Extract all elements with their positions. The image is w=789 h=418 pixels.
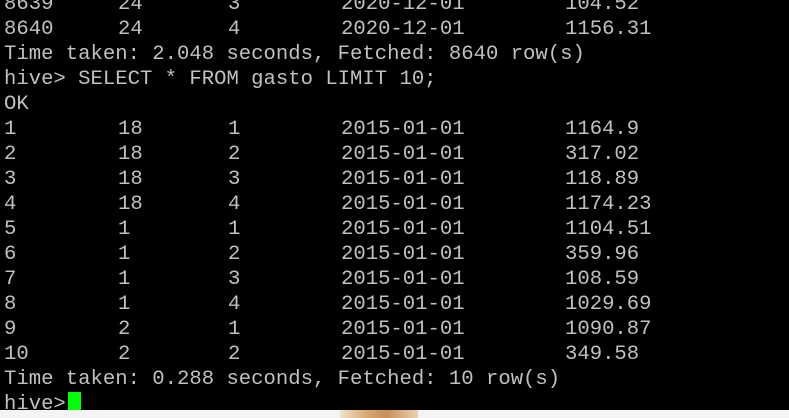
row-id-cell: 1 [4,118,17,141]
id-cell: 18 [118,193,143,216]
category-cell: 4 [228,293,241,316]
row-id-cell: 8640 [4,18,54,41]
row-id-cell: 4 [4,193,17,216]
terminal-window[interactable]: 8639 24 3 2020-12-01 104.52 8640 24 4 2020-12-01… [0,0,789,410]
id-cell: 1 [118,268,131,291]
amount-cell: 104.52 [565,0,640,16]
amount-cell: 359.96 [565,243,640,266]
category-cell: 2 [228,343,241,366]
status-line: Time taken: 0.288 seconds, Fetched: 10 r… [4,368,561,391]
partial-image-thumbnail [340,410,418,418]
category-cell: 1 [228,118,241,141]
amount-cell: 118.89 [565,168,640,191]
category-cell: 2 [228,243,241,266]
id-cell: 18 [118,143,143,166]
date-cell: 2015-01-01 [341,118,465,141]
id-cell: 18 [118,168,143,191]
category-cell: 4 [228,193,241,216]
row-id-cell: 7 [4,268,17,291]
prompt-text: hive> [4,393,66,410]
date-cell: 2015-01-01 [341,318,465,341]
row-id-cell: 5 [4,218,17,241]
row-id-cell: 9 [4,318,17,341]
date-cell: 2015-01-01 [341,168,465,191]
amount-cell: 108.59 [565,268,640,291]
amount-cell: 1029.69 [565,293,652,316]
category-cell: 2 [228,143,241,166]
amount-cell: 1174.23 [565,193,652,216]
category-cell: 4 [228,18,241,41]
id-cell: 1 [118,218,131,241]
id-cell: 18 [118,118,143,141]
previous-status-line: Time taken: 2.048 seconds, Fetched: 8640… [4,43,585,66]
amount-cell: 1156.31 [565,18,652,41]
row-id-cell: 8 [4,293,17,316]
row-id-cell: 6 [4,243,17,266]
id-cell: 2 [118,318,131,341]
row-id-cell: 8639 [4,0,54,16]
category-cell: 3 [228,168,241,191]
date-cell: 2015-01-01 [341,293,465,316]
date-cell: 2015-01-01 [341,268,465,291]
category-cell: 1 [228,318,241,341]
id-cell: 24 [118,18,143,41]
ok-line: OK [4,93,29,116]
amount-cell: 349.58 [565,343,640,366]
date-cell: 2020-12-01 [341,0,465,16]
amount-cell: 317.02 [565,143,640,166]
row-id-cell: 2 [4,143,17,166]
id-cell: 1 [118,293,131,316]
query-command-line: hive> SELECT * FROM gasto LIMIT 10; [4,68,437,91]
date-cell: 2015-01-01 [341,218,465,241]
id-cell: 2 [118,343,131,366]
amount-cell: 1104.51 [565,218,652,241]
date-cell: 2015-01-01 [341,143,465,166]
date-cell: 2015-01-01 [341,343,465,366]
id-cell: 1 [118,243,131,266]
date-cell: 2015-01-01 [341,243,465,266]
id-cell: 24 [118,0,143,16]
text-cursor [67,392,81,410]
category-cell: 3 [228,268,241,291]
prompt-line[interactable]: hive> [4,392,81,410]
amount-cell: 1164.9 [565,118,640,141]
date-cell: 2020-12-01 [341,18,465,41]
row-id-cell: 3 [4,168,17,191]
date-cell: 2015-01-01 [341,193,465,216]
category-cell: 1 [228,218,241,241]
amount-cell: 1090.87 [565,318,652,341]
category-cell: 3 [228,0,241,16]
row-id-cell: 10 [4,343,29,366]
